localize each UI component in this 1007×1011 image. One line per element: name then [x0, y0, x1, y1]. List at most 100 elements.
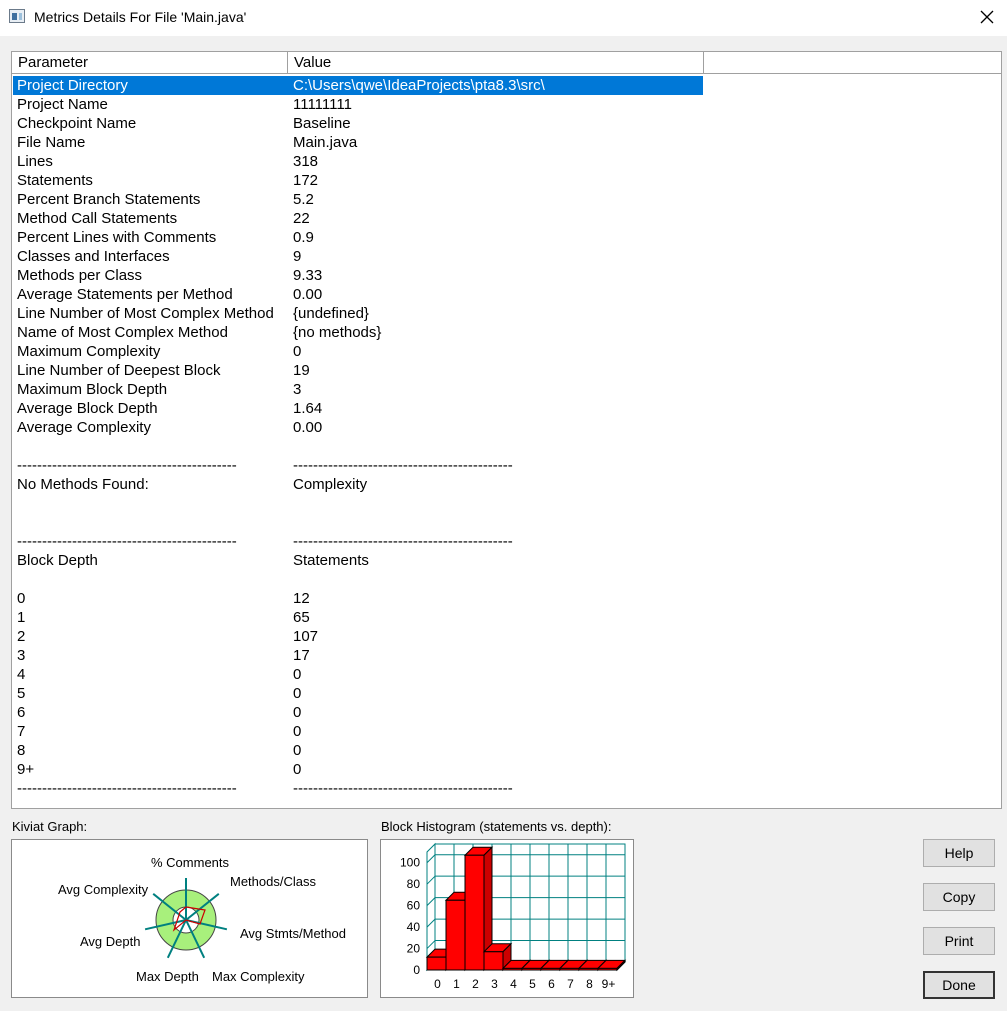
value-cell: 9.33 [293, 267, 323, 284]
value-cell: 12 [293, 590, 310, 607]
parameter-cell: Maximum Complexity [17, 343, 161, 360]
table-row[interactable]: Percent Lines with Comments 0.9 [13, 228, 703, 247]
table-row[interactable]: 3 17 [13, 646, 703, 665]
table-row[interactable]: Name of Most Complex Method {no methods} [13, 323, 703, 342]
table-row[interactable]: ----------------------------------------… [13, 456, 703, 475]
parameter-cell: 5 [17, 685, 26, 702]
value-cell: {no methods} [293, 324, 382, 341]
kiviat-axis-label: Methods/Class [230, 874, 316, 889]
value-cell: C:\Users\qwe\IdeaProjects\pta8.3\src\ [293, 77, 545, 94]
close-button[interactable] [970, 2, 1004, 32]
value-cell: Baseline [293, 115, 351, 132]
print-button[interactable]: Print [923, 927, 995, 955]
table-row[interactable]: Project Directory C:\Users\qwe\IdeaProjec… [13, 76, 703, 95]
histogram-x-tick-label: 1 [453, 977, 460, 991]
value-cell: 65 [293, 609, 310, 626]
histogram-bar [426, 956, 447, 971]
value-cell: 0 [293, 723, 302, 740]
table-row[interactable]: Block Depth Statements [13, 551, 703, 570]
histogram-bar [445, 899, 466, 971]
value-cell: ----------------------------------------… [293, 457, 513, 474]
table-row[interactable]: Line Number of Most Complex Method {undef… [13, 304, 703, 323]
table-row[interactable]: Checkpoint Name Baseline [13, 114, 703, 133]
parameter-cell: Project Directory [17, 77, 128, 94]
parameter-cell: Percent Lines with Comments [17, 229, 217, 246]
histogram-x-tick-label: 3 [491, 977, 498, 991]
parameter-cell: File Name [17, 134, 86, 151]
table-row[interactable]: Maximum Complexity 0 [13, 342, 703, 361]
kiviat-axis-label: Max Depth [136, 969, 199, 984]
table-row[interactable]: Average Block Depth 1.64 [13, 399, 703, 418]
histogram-bar [559, 967, 580, 971]
table-row[interactable]: 60 [13, 703, 703, 722]
table-row[interactable]: 9+ 0 [13, 760, 703, 779]
table-row[interactable]: File Name Main.java [13, 133, 703, 152]
histogram-x-tick-label: 6 [548, 977, 555, 991]
table-row[interactable]: 80 [13, 741, 703, 760]
table-row[interactable]: Project Name 11111111 [13, 95, 703, 114]
metrics-table[interactable]: Parameter Value Project Directory C:\User… [11, 51, 1002, 809]
help-button[interactable]: Help [923, 839, 995, 867]
table-row[interactable]: 1 65 [13, 608, 703, 627]
copy-button[interactable]: Copy [923, 883, 995, 911]
parameter-cell: Percent Branch Statements [17, 191, 201, 208]
table-row[interactable]: Average Statements per Method 0.00 [13, 285, 703, 304]
value-cell: Statements [293, 552, 369, 569]
table-row[interactable]: 50 [13, 684, 703, 703]
parameter-cell: Line Number of Deepest Block [17, 362, 221, 379]
table-row[interactable]: ----------------------------------------… [13, 532, 703, 551]
value-cell: 0.00 [293, 286, 323, 303]
table-row[interactable]: Classes and Interfaces 9 [13, 247, 703, 266]
value-cell: 17 [293, 647, 310, 664]
table-row[interactable] [13, 437, 703, 456]
table-row[interactable]: Methods per Class 9.33 [13, 266, 703, 285]
histogram-svg: 1008060402000 1 2 3 4 5 6 7 8 9+ [400, 842, 627, 991]
parameter-cell: 6 [17, 704, 26, 721]
table-row[interactable]: Lines 318 [13, 152, 703, 171]
table-row[interactable] [13, 570, 703, 589]
table-row[interactable]: Statements 172 [13, 171, 703, 190]
histogram-bar [464, 854, 485, 971]
table-row[interactable]: ----------------------------------------… [13, 779, 703, 798]
parameter-cell: Average Block Depth [17, 400, 158, 417]
done-button[interactable]: Done [923, 971, 995, 999]
histogram-x-tick-label: 0 [434, 977, 441, 991]
histogram-y-tick-label: 40 [407, 920, 421, 934]
value-cell: 22 [293, 210, 310, 227]
table-row[interactable]: No Methods Found: Complexity [13, 475, 703, 494]
table-row[interactable]: Line Number of Deepest Block 19 [13, 361, 703, 380]
histogram-x-tick-label: 5 [529, 977, 536, 991]
histogram-x-tick-label: 2 [472, 977, 479, 991]
value-cell: ----------------------------------------… [293, 533, 513, 550]
parameter-cell: 1 [17, 609, 26, 626]
column-header-parameter[interactable]: Parameter [12, 52, 288, 74]
parameter-cell: 4 [17, 666, 26, 683]
parameter-cell: 9+ [17, 761, 35, 778]
parameter-cell: Maximum Block Depth [17, 381, 168, 398]
value-cell: 3 [293, 381, 302, 398]
value-cell: Main.java [293, 134, 358, 151]
histogram-label: Block Histogram (statements vs. depth): [381, 819, 612, 834]
parameter-cell: ----------------------------------------… [17, 533, 237, 550]
table-row[interactable]: 70 [13, 722, 703, 741]
column-header-value[interactable]: Value [288, 52, 704, 74]
table-row[interactable]: Maximum Block Depth 3 [13, 380, 703, 399]
table-row[interactable]: Average Complexity 0.00 [13, 418, 703, 437]
kiviat-graph-label: Kiviat Graph: [12, 819, 88, 834]
kiviat-axis-label: Max Complexity [212, 969, 305, 984]
value-cell: ----------------------------------------… [293, 780, 513, 797]
histogram-y-tick-label: 80 [407, 877, 421, 891]
kiviat-axis-label: Avg Depth [80, 934, 141, 949]
histogram-y-tick-label: 60 [407, 899, 421, 913]
table-row[interactable]: Method Call Statements 22 [13, 209, 703, 228]
table-row[interactable]: Percent Branch Statements 5.2 [13, 190, 703, 209]
close-icon [980, 10, 994, 24]
histogram-bar [597, 967, 618, 971]
value-cell: 19 [293, 362, 310, 379]
table-row[interactable]: 2 107 [13, 627, 703, 646]
table-row[interactable] [13, 513, 703, 532]
table-row[interactable] [13, 494, 703, 513]
table-row[interactable]: 0 12 [13, 589, 703, 608]
table-row[interactable]: 40 [13, 665, 703, 684]
block-histogram: 100 80 60 40 20 0 0 1 2 3 4 5 6 7 8 9+ [380, 839, 634, 998]
